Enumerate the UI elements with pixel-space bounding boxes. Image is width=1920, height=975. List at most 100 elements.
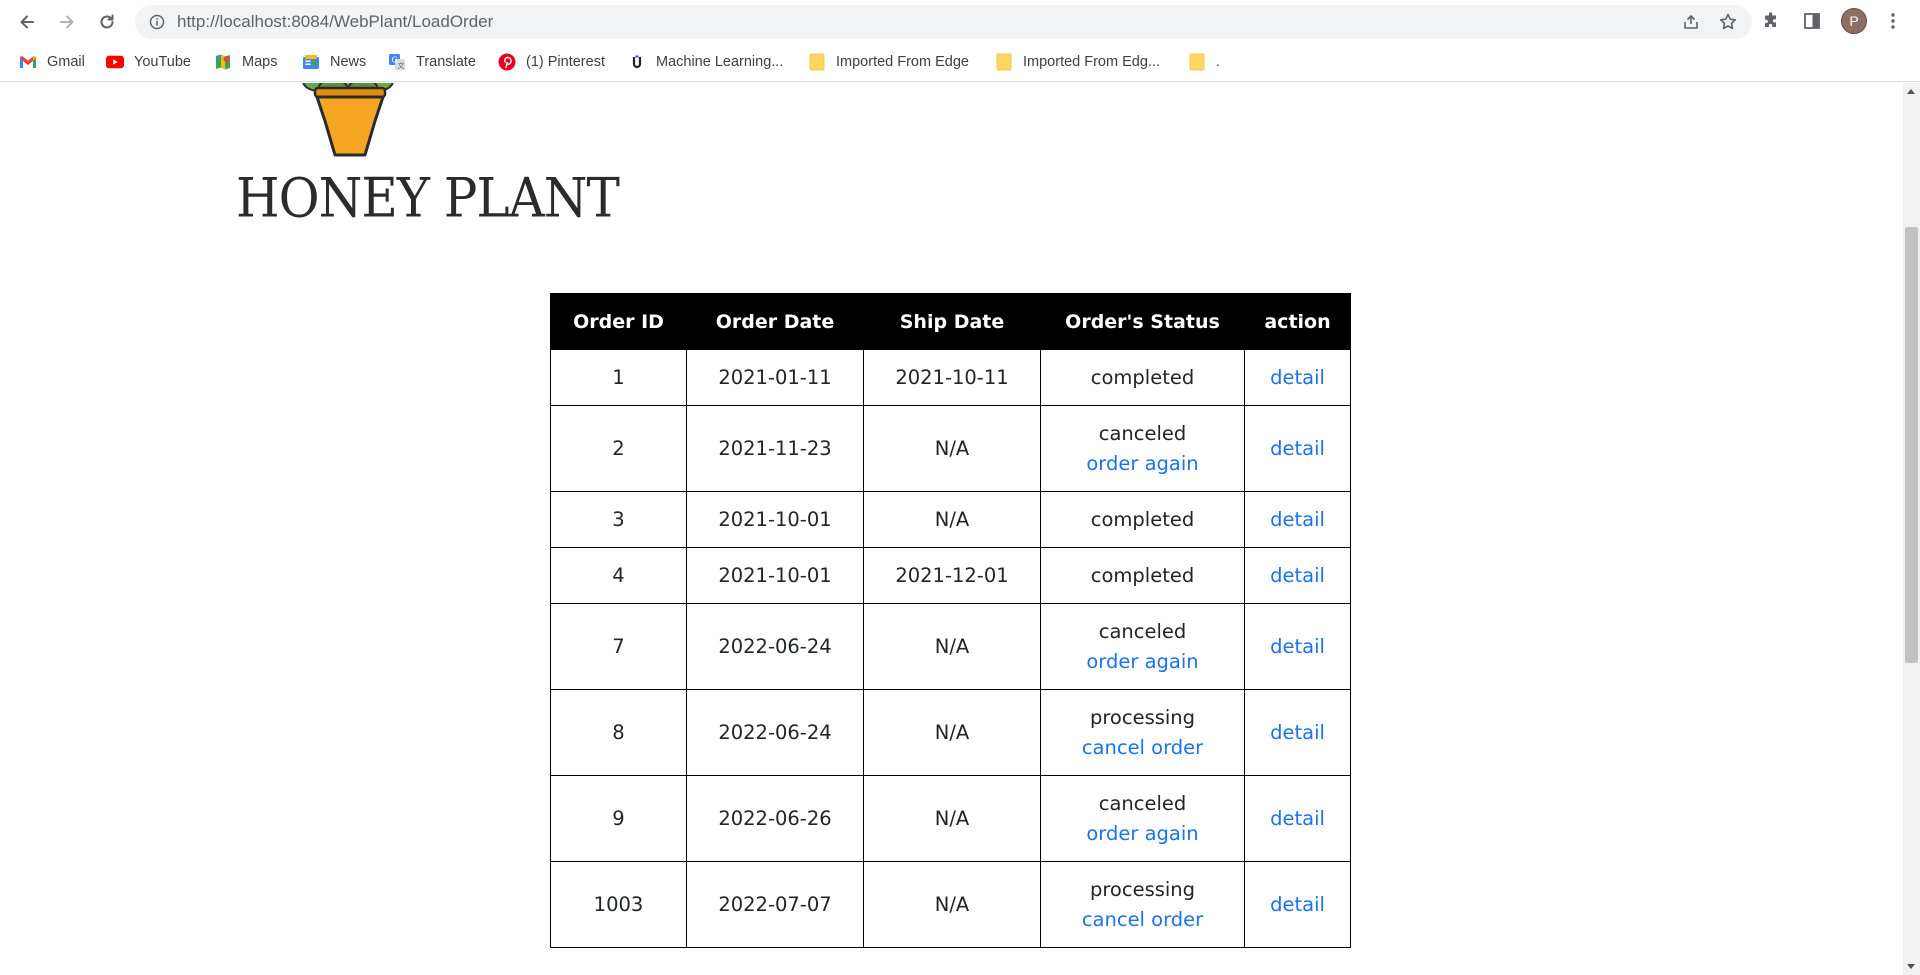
scroll-down-arrow-icon[interactable]	[1907, 964, 1915, 969]
back-button[interactable]	[14, 9, 40, 35]
order-id-cell: 1003	[550, 861, 687, 948]
status-cell: canceled order again	[1040, 775, 1245, 862]
bookmark-folder-edge-1[interactable]: Imported From Edge	[808, 51, 969, 73]
order-date-cell: 2022-06-24	[686, 603, 864, 690]
order-date-cell: 2021-10-01	[686, 547, 864, 604]
bookmark-star-icon[interactable]	[1718, 12, 1738, 32]
action-cell: detail	[1244, 689, 1351, 776]
order-id-cell: 7	[550, 603, 687, 690]
side-panel-button[interactable]	[1801, 10, 1823, 32]
kebab-menu-icon	[1891, 13, 1895, 29]
table-row: 9 2022-06-26 N/A canceled order again det…	[550, 775, 1351, 862]
detail-link[interactable]: detail	[1245, 890, 1350, 920]
header-action: action	[1244, 293, 1351, 350]
order-date-cell: 2021-10-01	[686, 491, 864, 548]
reload-icon	[100, 14, 114, 29]
scrollbar-thumb[interactable]	[1905, 227, 1918, 663]
status-text: canceled	[1098, 791, 1187, 815]
order-again-link[interactable]: order again	[1041, 449, 1244, 479]
bookmark-label: Translate	[416, 54, 476, 70]
bookmark-youtube[interactable]: YouTube	[106, 51, 191, 73]
bookmark-news[interactable]: News	[302, 51, 366, 73]
machine-learning-icon	[628, 53, 646, 71]
detail-link[interactable]: detail	[1245, 505, 1350, 535]
status-cell: canceled order again	[1040, 603, 1245, 690]
status-cell: canceled order again	[1040, 405, 1245, 492]
cancel-order-link[interactable]: cancel order	[1041, 733, 1244, 763]
action-cell: detail	[1244, 491, 1351, 548]
bookmark-label: News	[330, 54, 367, 70]
browser-toolbar: http://localhost:8084/WebPlant/LoadOrder…	[0, 0, 1920, 42]
bookmark-folder-dot[interactable]: .	[1188, 51, 1220, 73]
bookmark-label: Machine Learning...	[656, 54, 784, 70]
table-row: 8 2022-06-24 N/A processing cancel order …	[550, 689, 1351, 776]
bookmark-label: (1) Pinterest	[526, 54, 605, 70]
folder-icon	[1188, 53, 1206, 71]
side-panel-icon	[1804, 13, 1820, 29]
forward-button[interactable]	[54, 9, 80, 35]
bookmark-pinterest[interactable]: (1) Pinterest	[498, 51, 605, 73]
forward-arrow-icon	[60, 15, 74, 29]
ship-date-cell: 2021-10-11	[863, 349, 1041, 406]
share-icon[interactable]	[1682, 13, 1700, 31]
header-ship-date: Ship Date	[863, 293, 1041, 350]
puzzle-icon	[1765, 12, 1776, 27]
bookmark-machine-learning[interactable]: Machine Learning...	[628, 51, 783, 73]
order-again-link[interactable]: order again	[1041, 647, 1244, 677]
maps-icon	[214, 53, 232, 71]
news-icon	[302, 53, 320, 71]
table-row: 4 2021-10-01 2021-12-01 completed detail	[550, 547, 1351, 604]
order-id-cell: 8	[550, 689, 687, 776]
page-scrollbar[interactable]	[1903, 83, 1920, 975]
order-id-cell: 1	[550, 349, 687, 406]
site-info-icon[interactable]	[149, 14, 165, 30]
ship-date-cell: N/A	[863, 405, 1041, 492]
logo-text: HONEY PLANT	[236, 167, 620, 230]
url-text[interactable]: http://localhost:8084/WebPlant/LoadOrder	[177, 12, 493, 32]
action-cell: detail	[1244, 349, 1351, 406]
action-cell: detail	[1244, 775, 1351, 862]
bookmark-label: YouTube	[134, 54, 191, 70]
status-cell: completed	[1040, 349, 1245, 406]
extensions-button[interactable]	[1760, 10, 1782, 32]
status-text: completed	[1090, 365, 1195, 389]
table-header-row: Order ID Order Date Ship Date Order's St…	[550, 293, 1351, 350]
order-id-cell: 3	[550, 491, 687, 548]
detail-link[interactable]: detail	[1245, 561, 1350, 591]
bookmark-label: Gmail	[47, 54, 85, 70]
bookmark-gmail[interactable]: Gmail	[19, 51, 85, 73]
bookmark-translate[interactable]: G文 Translate	[388, 51, 476, 73]
profile-avatar[interactable]: P	[1841, 8, 1867, 34]
reload-button[interactable]	[94, 9, 120, 35]
detail-link[interactable]: detail	[1245, 718, 1350, 748]
header-order-date: Order Date	[686, 293, 864, 350]
bookmark-maps[interactable]: Maps	[214, 51, 277, 73]
detail-link[interactable]: detail	[1245, 363, 1350, 393]
folder-icon	[995, 53, 1013, 71]
ship-date-cell: N/A	[863, 775, 1041, 862]
detail-link[interactable]: detail	[1245, 804, 1350, 834]
ship-date-cell: 2021-12-01	[863, 547, 1041, 604]
table-row: 1003 2022-07-07 N/A processing cancel ord…	[550, 861, 1351, 948]
cancel-order-link[interactable]: cancel order	[1041, 905, 1244, 935]
order-date-cell: 2022-06-24	[686, 689, 864, 776]
address-bar[interactable]: http://localhost:8084/WebPlant/LoadOrder	[135, 5, 1752, 39]
browser-menu-button[interactable]	[1882, 10, 1904, 32]
ship-date-cell: N/A	[863, 861, 1041, 948]
status-cell: completed	[1040, 491, 1245, 548]
scroll-up-arrow-icon[interactable]	[1907, 89, 1915, 94]
header-order-id: Order ID	[550, 293, 687, 350]
action-cell: detail	[1244, 405, 1351, 492]
gmail-icon	[19, 53, 37, 71]
order-again-link[interactable]: order again	[1041, 819, 1244, 849]
status-text: processing	[1089, 877, 1196, 901]
detail-link[interactable]: detail	[1245, 632, 1350, 662]
youtube-icon	[106, 53, 124, 71]
status-cell: processing cancel order	[1040, 689, 1245, 776]
header-order-status: Order's Status	[1040, 293, 1245, 350]
status-text: completed	[1090, 507, 1195, 531]
table-row: 3 2021-10-01 N/A completed detail	[550, 491, 1351, 548]
detail-link[interactable]: detail	[1245, 434, 1350, 464]
bookmark-folder-edge-2[interactable]: Imported From Edg...	[995, 51, 1160, 73]
action-cell: detail	[1244, 603, 1351, 690]
